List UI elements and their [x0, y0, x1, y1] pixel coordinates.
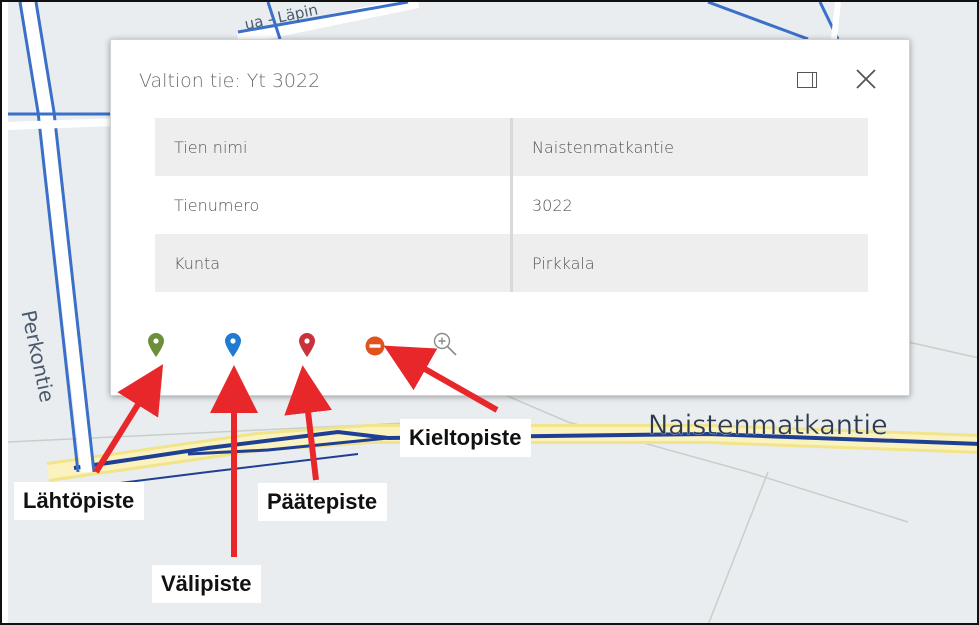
table-row: Kunta Pirkkala [155, 234, 868, 292]
road-info-popup: Valtion tie: Yt 3022 Tien nimi Naistenma… [110, 39, 910, 396]
start-point-marker-icon[interactable] [147, 332, 165, 363]
table-row: Tien nimi Naistenmatkantie [155, 118, 868, 176]
row-key: Kunta [155, 234, 513, 292]
end-point-marker-icon[interactable] [298, 332, 316, 363]
close-icon[interactable] [851, 64, 881, 94]
forbidden-point-icon[interactable] [365, 336, 385, 361]
screenshot-frame: ua - Läpin Perkontie Naistenmatkantie Va… [0, 0, 979, 625]
row-value: Naistenmatkantie [511, 118, 868, 176]
row-key: Tienumero [155, 176, 513, 234]
dock-panel-icon[interactable] [797, 72, 817, 88]
row-value: 3022 [511, 176, 868, 234]
callout-start: Lähtöpiste [14, 482, 145, 520]
table-row: Tienumero 3022 [155, 176, 868, 234]
zoom-in-icon[interactable] [431, 330, 459, 363]
road-info-table: Tien nimi Naistenmatkantie Tienumero 302… [155, 118, 868, 292]
callout-forbidden: Kieltopiste [400, 419, 532, 457]
row-key: Tien nimi [155, 118, 513, 176]
via-point-marker-icon[interactable] [224, 332, 242, 363]
callout-via: Välipiste [152, 565, 262, 603]
popup-title: Valtion tie: Yt 3022 [139, 70, 321, 92]
street-label-naistenmatkantie: Naistenmatkantie [648, 410, 888, 441]
callout-end: Päätepiste [258, 483, 388, 521]
row-value: Pirkkala [511, 234, 868, 292]
